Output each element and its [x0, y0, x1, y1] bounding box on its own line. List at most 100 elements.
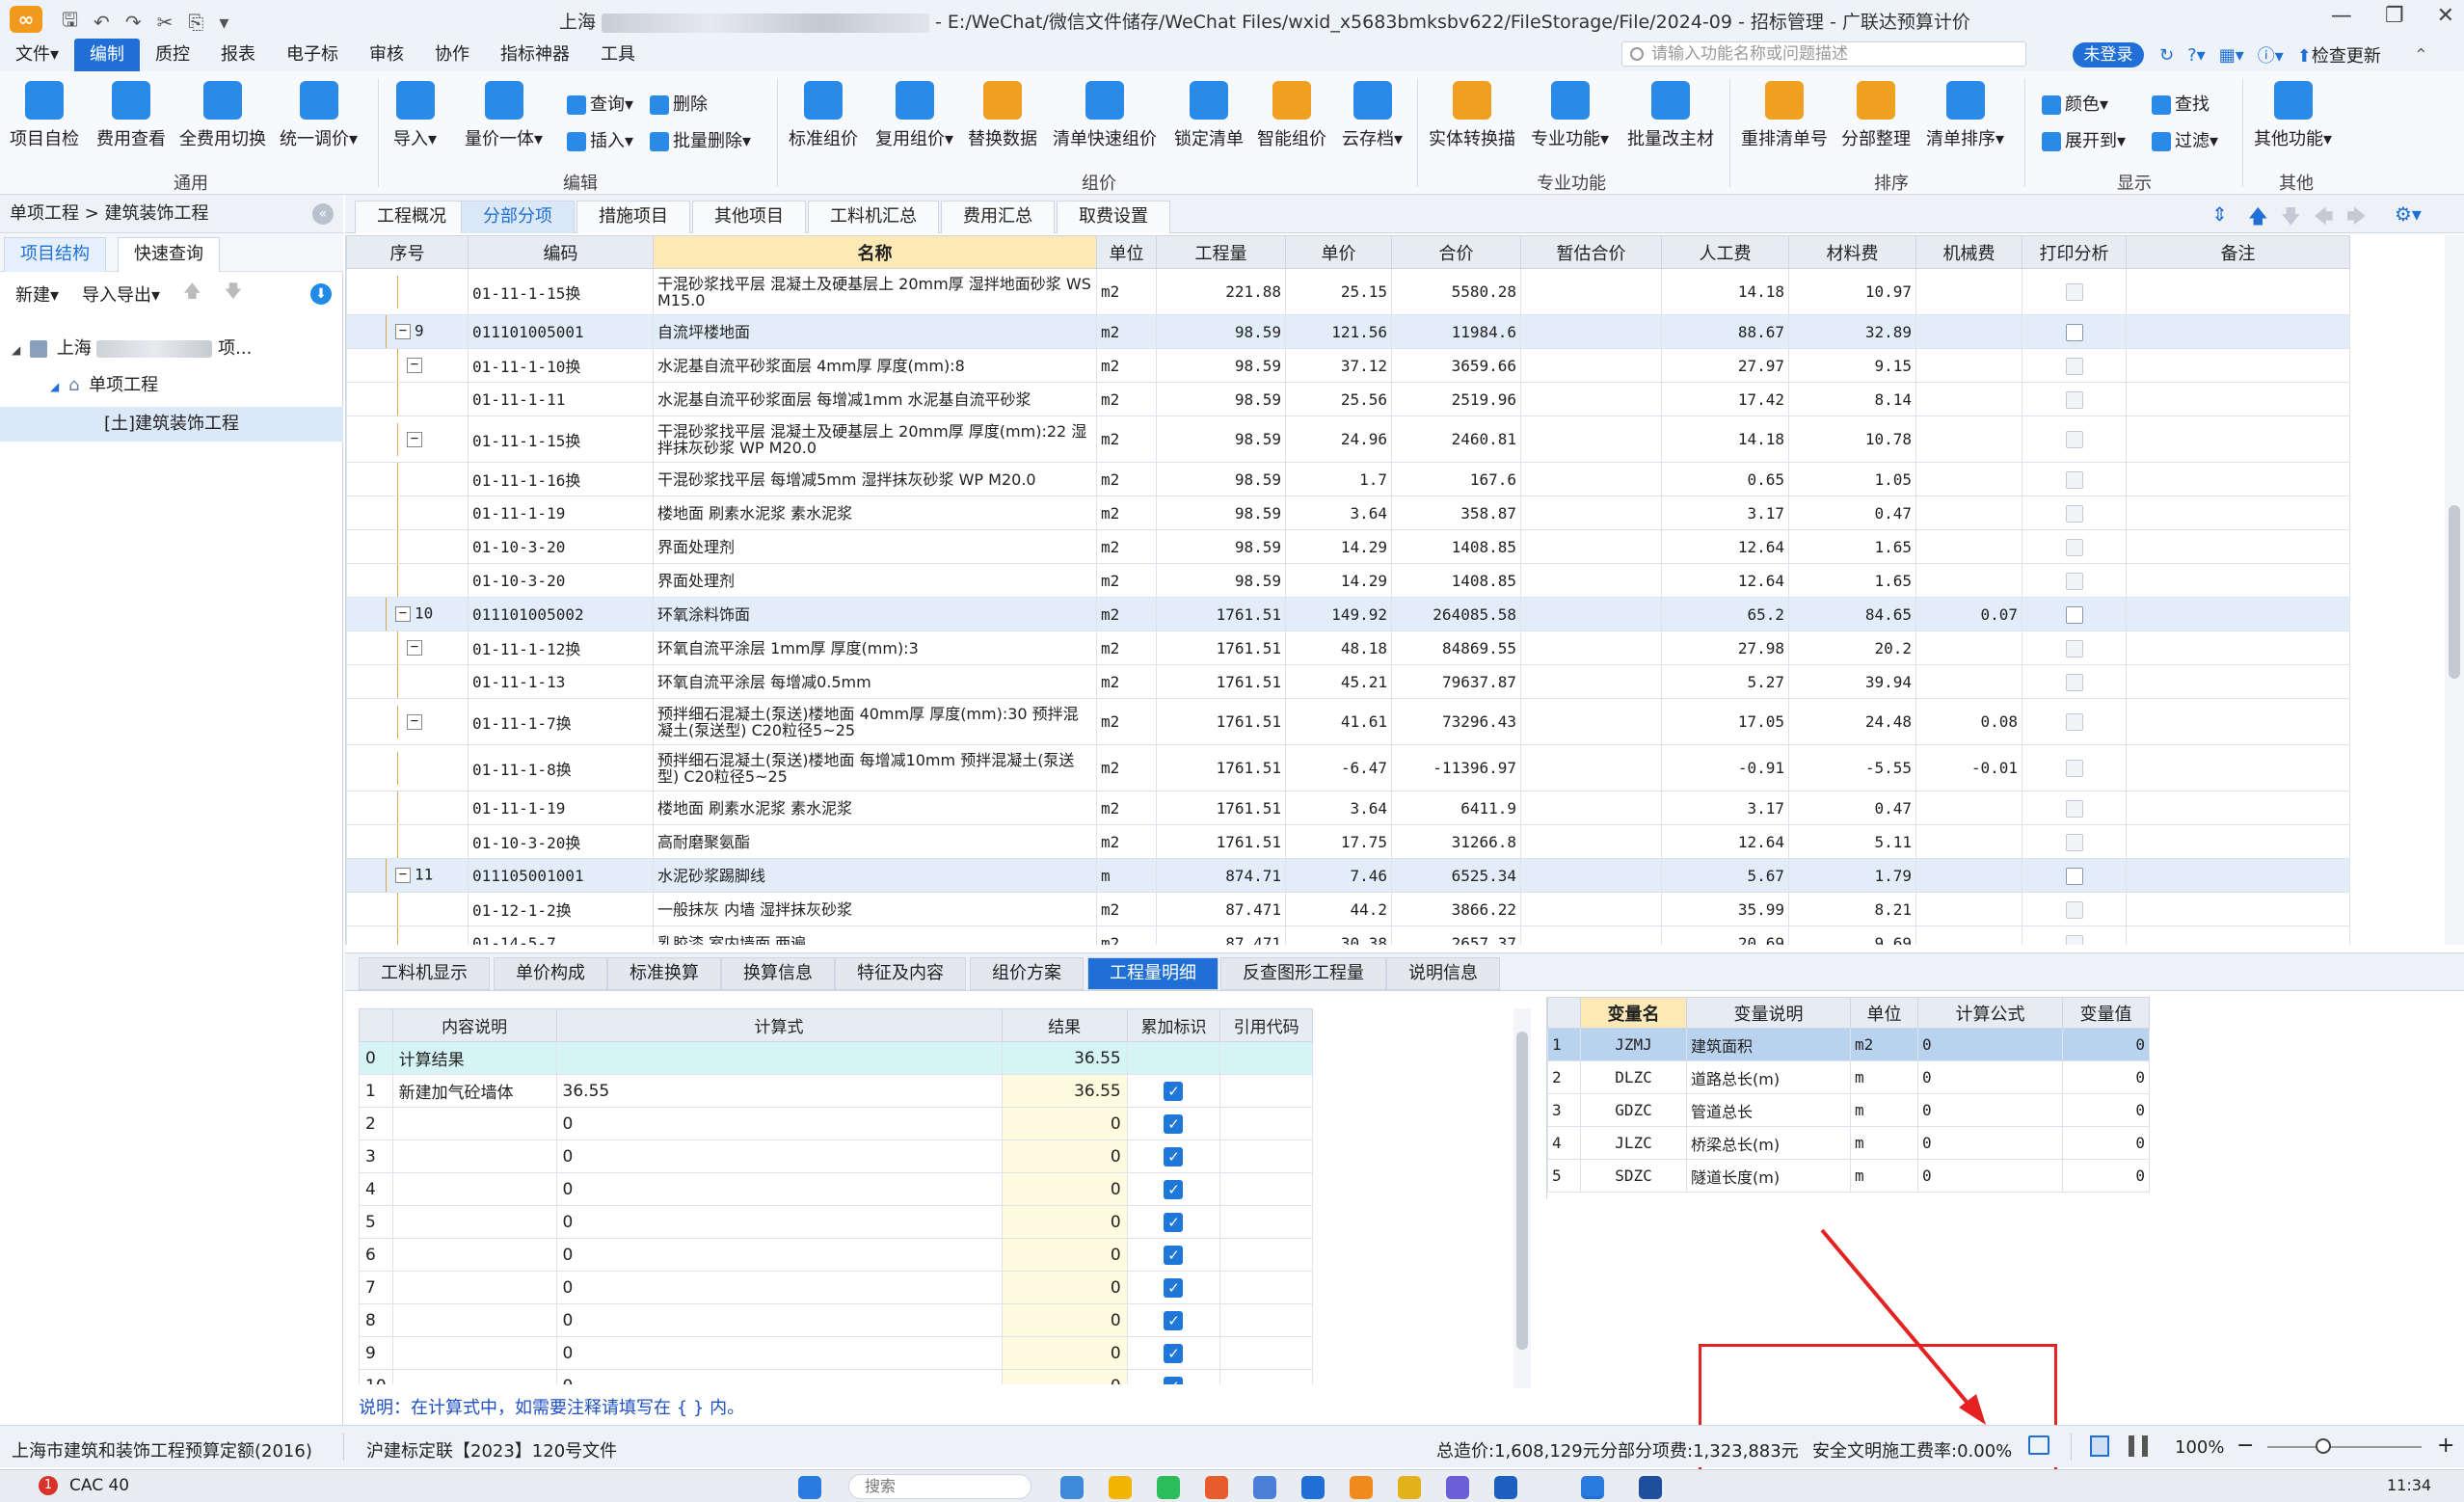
delete-button[interactable]: 删除 — [650, 91, 708, 116]
tab-unit-price-composition[interactable]: 单价构成 — [494, 957, 607, 990]
cell-print[interactable] — [2022, 664, 2127, 699]
cell-provisional[interactable] — [1520, 268, 1662, 315]
calc-row[interactable]: 10 00 ✓ — [359, 1369, 1313, 1384]
smart-pricing-button[interactable]: 智能组价 — [1257, 81, 1326, 150]
restore-button[interactable]: ❐ — [2385, 4, 2404, 28]
cell-seq[interactable]: −11 — [346, 858, 469, 893]
calc-accumulate[interactable]: ✓ — [1126, 1336, 1221, 1370]
table-row[interactable]: 01-11-1-19 楼地面 刷素水泥浆 素水泥浆 m2 98.59 3.64 358.8… — [346, 496, 2350, 530]
cell-provisional[interactable] — [1520, 563, 1662, 598]
cell-remark[interactable] — [2126, 630, 2350, 665]
cell-unit[interactable]: m2 — [1096, 563, 1157, 598]
col-total[interactable]: 合价 — [1391, 235, 1521, 269]
calc-accumulate[interactable]: ✓ — [1126, 1172, 1221, 1206]
cell-material[interactable]: 20.2 — [1788, 630, 1916, 665]
layout-single-icon[interactable] — [2090, 1435, 2109, 1457]
cell-remark[interactable] — [2126, 268, 2350, 315]
calc-desc[interactable] — [391, 1205, 557, 1239]
cell-provisional[interactable] — [1520, 597, 1662, 631]
calc-row[interactable]: 4 0 0 ✓ — [359, 1172, 1313, 1206]
calc-formula[interactable]: 36.55 — [555, 1074, 1003, 1108]
cell-print[interactable] — [2022, 462, 2127, 496]
table-row[interactable]: 01-14-5-7 乳胶漆 室内墙面 两遍 m2 87.471 30.38 2657.37… — [346, 925, 2350, 945]
tree-item-project[interactable]: ◢ 上海 项... — [0, 332, 343, 366]
check-update-button[interactable]: ⬆检查更新 — [2297, 42, 2381, 67]
tab-lmm-summary[interactable]: 工料机汇总 — [808, 201, 939, 233]
accumulate-checkbox[interactable]: ✓ — [1164, 1310, 1184, 1330]
cell-seq[interactable]: −10 — [346, 597, 469, 631]
other-functions-button[interactable]: 其他功能▾ — [2254, 81, 2332, 150]
cell-labor[interactable]: 12.64 — [1661, 563, 1789, 598]
calc-formula[interactable]: 0 — [555, 1205, 1003, 1239]
cell-unit[interactable]: m2 — [1096, 416, 1157, 463]
cell-machine[interactable] — [1915, 268, 2022, 315]
cell-machine[interactable] — [1915, 416, 2022, 463]
layout-split-icon[interactable] — [2129, 1435, 2148, 1457]
cell-qty[interactable]: 1761.51 — [1156, 698, 1286, 745]
row-collapse-icon[interactable]: − — [407, 358, 422, 373]
calc-row[interactable]: 0 计算结果 36.55 — [359, 1041, 1313, 1075]
cell-machine[interactable] — [1915, 925, 2022, 945]
glodon-taskbar-icon[interactable] — [1581, 1476, 1604, 1499]
calc-formula[interactable]: 0 — [555, 1369, 1003, 1384]
cell-unit[interactable]: m2 — [1096, 744, 1157, 791]
cell-labor[interactable]: 20.69 — [1661, 925, 1789, 945]
cell-print[interactable] — [2022, 698, 2127, 745]
print-analysis-checkbox[interactable] — [2065, 357, 2083, 375]
app-icon-2[interactable] — [1398, 1476, 1421, 1499]
entity-convert-button[interactable]: 实体转换描 — [1429, 81, 1515, 150]
cell-qty[interactable]: 1761.51 — [1156, 630, 1286, 665]
cell-name[interactable]: 预拌细石混凝土(泵送)楼地面 每增减10mm 预拌混凝土(泵送型) C20粒径5… — [653, 744, 1097, 791]
cell-seq[interactable]: − — [346, 698, 469, 745]
tab-notes[interactable]: 说明信息 — [1386, 957, 1500, 990]
calc-formula[interactable]: 0 — [555, 1140, 1003, 1173]
refresh-icon[interactable]: ↻ — [2159, 45, 2174, 66]
cell-labor[interactable]: 5.67 — [1661, 858, 1789, 893]
cell-material[interactable]: -5.55 — [1788, 744, 1916, 791]
cell-total[interactable]: -11396.97 — [1391, 744, 1521, 791]
calc-ref-code[interactable] — [1219, 1369, 1313, 1384]
cell-price[interactable]: 25.15 — [1285, 268, 1392, 315]
cell-unit[interactable]: m2 — [1096, 824, 1157, 859]
calc-desc[interactable]: 计算结果 — [391, 1041, 557, 1075]
table-row[interactable]: − 01-11-1-12换 环氧自流平涂层 1mm厚 厚度(mm):3 m2 1761.… — [346, 630, 2350, 665]
calc-row[interactable]: 8 0 0 ✓ — [359, 1303, 1313, 1337]
column-settings-icon[interactable]: ⚙▾ — [2395, 202, 2422, 226]
cell-price[interactable]: 30.38 — [1285, 925, 1392, 945]
table-row[interactable]: −11 011105001001 水泥砂浆踢脚线 m 874.71 7.46 6525.34… — [346, 858, 2350, 893]
cell-qty[interactable]: 1761.51 — [1156, 791, 1286, 825]
cell-machine[interactable] — [1915, 563, 2022, 598]
calc-ref-code[interactable] — [1219, 1303, 1313, 1337]
table-row[interactable]: 01-11-1-13 环氧自流平涂层 每增减0.5mm m2 1761.51 45.21… — [346, 664, 2350, 699]
cell-material[interactable]: 1.65 — [1788, 529, 1916, 564]
var-col-value[interactable]: 变量值 — [2062, 997, 2150, 1029]
calc-desc[interactable] — [391, 1172, 557, 1206]
row-collapse-icon[interactable]: − — [407, 640, 422, 656]
cell-code[interactable]: 011101005001 — [468, 314, 654, 349]
batch-main-material-button[interactable]: 批量改主材 — [1627, 81, 1714, 150]
calc-col-result[interactable]: 结果 — [1001, 1008, 1128, 1042]
professional-functions-button[interactable]: 专业功能▾ — [1531, 81, 1609, 150]
apps-icon[interactable]: ▦▾ — [2219, 45, 2244, 66]
move-right-arrow-icon[interactable]: 🡆 — [2346, 202, 2367, 235]
cell-unit[interactable]: m2 — [1096, 462, 1157, 496]
cell-name[interactable]: 界面处理剂 — [653, 529, 1097, 564]
col-print-analysis[interactable]: 打印分析 — [2022, 235, 2127, 269]
cell-qty[interactable]: 98.59 — [1156, 462, 1286, 496]
col-remark[interactable]: 备注 — [2126, 235, 2350, 269]
cell-machine[interactable] — [1915, 382, 2022, 416]
edge-icon[interactable] — [1301, 1476, 1325, 1499]
tab-lmm-display[interactable]: 工料机显示 — [359, 957, 490, 990]
menu-index[interactable]: 指标神器 — [485, 39, 585, 71]
col-qty[interactable]: 工程量 — [1156, 235, 1286, 269]
copy-icon[interactable]: ⎘ — [188, 11, 203, 34]
calc-scrollbar[interactable] — [1513, 1008, 1531, 1388]
print-analysis-checkbox[interactable] — [2065, 760, 2083, 778]
calc-row[interactable]: 9 0 0 ✓ — [359, 1336, 1313, 1370]
app-icon-3[interactable] — [1446, 1476, 1469, 1499]
cell-qty[interactable]: 1761.51 — [1156, 824, 1286, 859]
cell-provisional[interactable] — [1520, 925, 1662, 945]
print-analysis-checkbox[interactable] — [2065, 390, 2083, 409]
var-formula[interactable]: 0 — [1917, 1126, 2063, 1160]
cell-labor[interactable]: 3.17 — [1661, 496, 1789, 530]
